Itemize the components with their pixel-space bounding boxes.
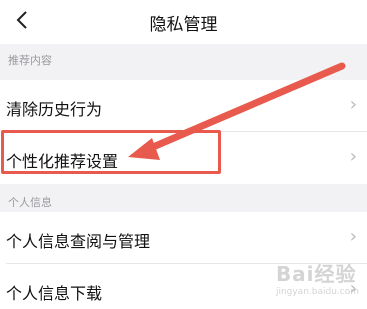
watermark: Bai经验 jingyan.baidu.com (275, 262, 359, 297)
